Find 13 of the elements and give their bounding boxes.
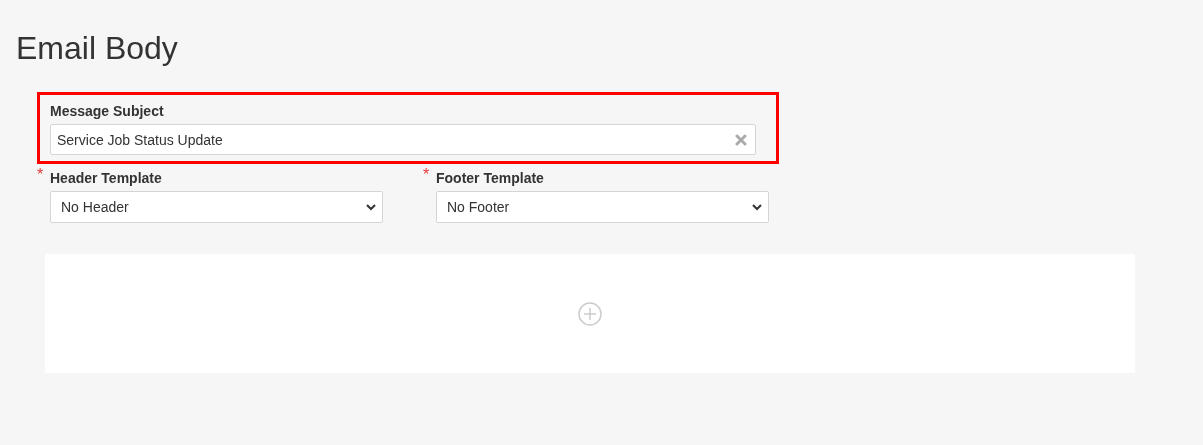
field-label: Footer Template — [436, 169, 545, 187]
add-icon[interactable] — [578, 301, 602, 326]
chevron-down-icon — [752, 203, 762, 211]
required-asterisk: * — [37, 167, 44, 183]
template-dropdown[interactable]: No Footer — [436, 191, 769, 223]
template-dropdown[interactable]: No Header — [50, 191, 383, 223]
page-title: Email Body — [16, 29, 179, 68]
chevron-down-icon — [366, 203, 376, 211]
subject-input-field[interactable]: Service Job Status Update — [50, 124, 756, 155]
field-label: Header Template — [50, 169, 163, 187]
clear-icon[interactable] — [735, 134, 747, 146]
required-asterisk: * — [423, 167, 430, 183]
field-label: Message Subject — [50, 102, 165, 120]
